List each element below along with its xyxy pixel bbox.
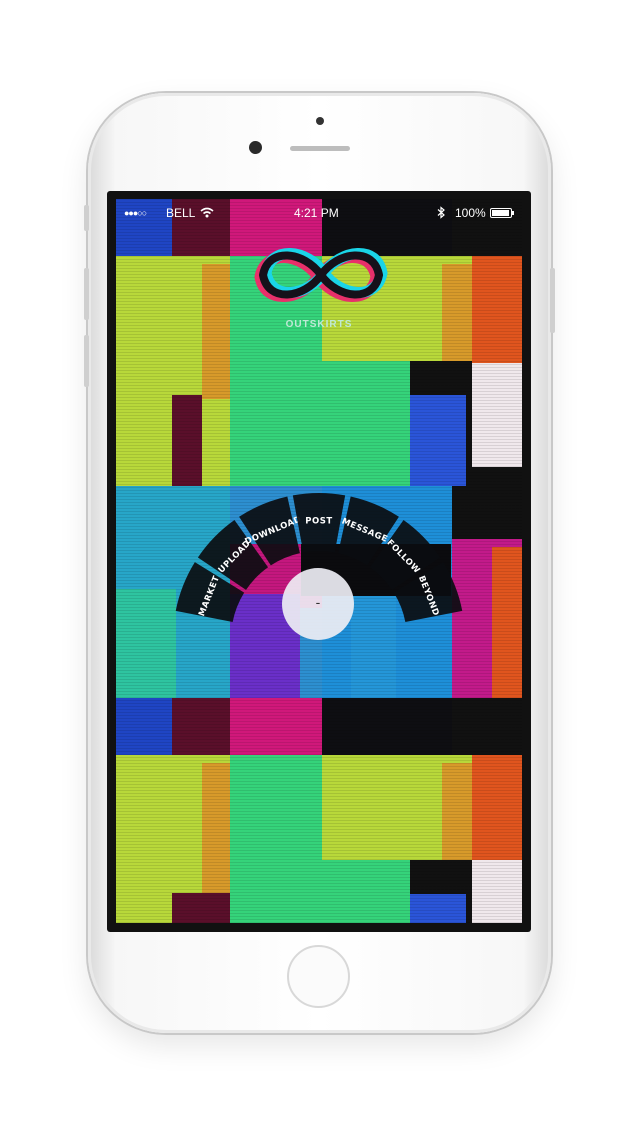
infinity-icon (254, 248, 388, 302)
center-button[interactable]: - (282, 568, 354, 640)
volume-down-button (84, 335, 89, 387)
proximity-sensor (316, 117, 324, 125)
power-button (550, 268, 555, 333)
app-screen: ●●●○○ BELL 4:21 PM 100% OUTSKIRTS MARKET… (116, 199, 522, 923)
menu-item-post[interactable]: POST (292, 493, 346, 553)
status-bar: ●●●○○ BELL 4:21 PM 100% (116, 199, 522, 227)
front-camera (249, 141, 262, 154)
earpiece-speaker (290, 146, 350, 151)
clock: 4:21 PM (294, 206, 339, 220)
battery-percentage: 100% (455, 206, 486, 220)
app-name: OUTSKIRTS (285, 319, 353, 330)
signal-strength: ●●●○○ (124, 208, 147, 218)
silent-switch (84, 205, 89, 231)
volume-up-button (84, 268, 89, 320)
menu-item-label: POST (305, 517, 332, 527)
home-button[interactable] (287, 945, 350, 1008)
battery-icon (490, 208, 512, 218)
bluetooth-icon (437, 206, 445, 219)
wifi-icon (200, 207, 214, 218)
carrier-name: BELL (166, 206, 196, 220)
center-button-label: - (315, 594, 321, 610)
